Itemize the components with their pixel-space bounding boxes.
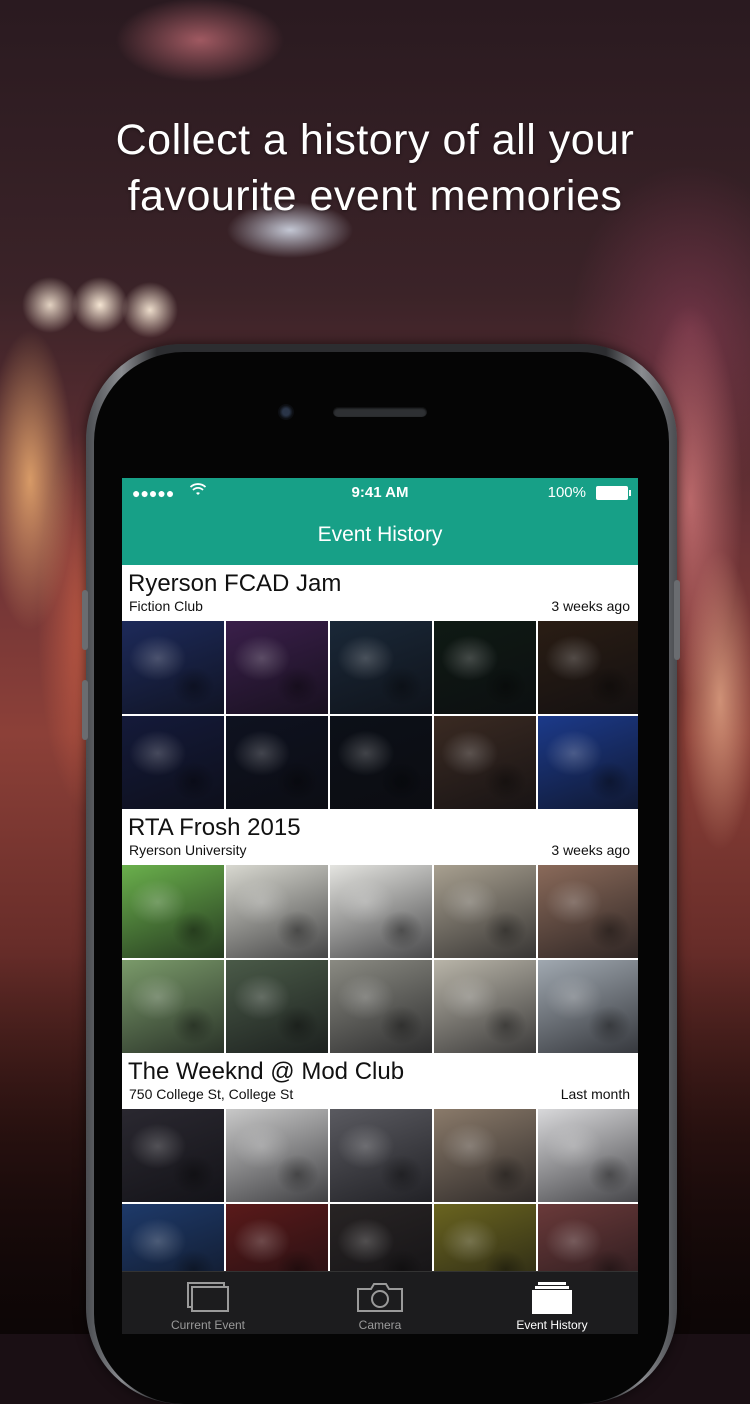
photo-thumbnail[interactable] (330, 960, 432, 1053)
front-camera (278, 404, 294, 420)
event-section[interactable]: Ryerson FCAD Jam Fiction Club 3 weeks ago (122, 565, 638, 809)
photo-thumbnail[interactable] (434, 1109, 536, 1202)
photo-thumbnail[interactable] (434, 716, 536, 809)
event-time: 3 weeks ago (551, 598, 630, 614)
photo-thumbnail[interactable] (226, 960, 328, 1053)
tab-label: Camera (358, 1318, 402, 1332)
earpiece-speaker (333, 407, 427, 417)
photo-thumbnail[interactable] (434, 960, 536, 1053)
photo-thumbnail[interactable] (122, 716, 224, 809)
photo-thumbnail[interactable] (434, 621, 536, 714)
event-header[interactable]: The Weeknd @ Mod Club 750 College St, Col… (122, 1053, 638, 1109)
photo-thumbnail[interactable] (226, 716, 328, 809)
status-bar: ●●●●● 9:41 AM 100% (122, 478, 638, 506)
photo-thumbnail[interactable] (538, 621, 638, 714)
photo-grid (122, 621, 638, 809)
tab-camera[interactable]: Camera (294, 1272, 466, 1334)
event-title: RTA Frosh 2015 (128, 814, 301, 841)
photo-thumbnail[interactable] (434, 1204, 536, 1272)
battery-percent: 100% (547, 484, 586, 501)
photo-grid (122, 1109, 638, 1272)
photo-thumbnail[interactable] (538, 716, 638, 809)
stacked-photos-icon (530, 1281, 574, 1318)
event-venue: 750 College St, College St (129, 1086, 294, 1102)
photo-thumbnail[interactable] (122, 960, 224, 1053)
tab-current-event[interactable]: Current Event (122, 1272, 294, 1334)
app-screen: ●●●●● 9:41 AM 100% Event History Ryerson… (122, 478, 638, 1334)
phone-side-button-right (674, 580, 680, 660)
event-venue: Fiction Club (129, 598, 203, 614)
event-time: 3 weeks ago (551, 842, 630, 858)
camera-icon (355, 1281, 405, 1316)
headline-line-1: Collect a history of all your (115, 116, 635, 164)
event-title: Ryerson FCAD Jam (128, 570, 342, 597)
photo-thumbnail[interactable] (330, 621, 432, 714)
phone-side-button-left-2 (82, 680, 88, 740)
photo-thumbnail[interactable] (434, 865, 536, 958)
headline-line-2: favourite event memories (127, 172, 623, 220)
photo-thumbnail[interactable] (226, 1109, 328, 1202)
event-header[interactable]: RTA Frosh 2015 Ryerson University 3 weeks … (122, 809, 638, 865)
photo-thumbnail[interactable] (122, 865, 224, 958)
photo-thumbnail[interactable] (538, 865, 638, 958)
photo-thumbnail[interactable] (226, 1204, 328, 1272)
photo-grid (122, 865, 638, 1053)
phone-side-button-left (82, 590, 88, 650)
photo-thumbnail[interactable] (122, 1109, 224, 1202)
page-title: Event History (317, 523, 443, 546)
photo-thumbnail[interactable] (226, 621, 328, 714)
event-list[interactable]: Ryerson FCAD Jam Fiction Club 3 weeks ago R… (122, 565, 638, 1272)
event-time: Last month (560, 1086, 630, 1102)
tab-bar: Current Event Camera Event History (122, 1271, 638, 1334)
photo-thumbnail[interactable] (122, 621, 224, 714)
photo-thumbnail[interactable] (538, 960, 638, 1053)
event-header[interactable]: Ryerson FCAD Jam Fiction Club 3 weeks ago (122, 565, 638, 621)
event-section[interactable]: RTA Frosh 2015 Ryerson University 3 weeks … (122, 809, 638, 1053)
photo-thumbnail[interactable] (330, 1204, 432, 1272)
promo-headline: Collect a history of all your favourite … (0, 112, 750, 224)
battery-icon (596, 486, 631, 500)
tab-event-history[interactable]: Event History (466, 1272, 638, 1334)
tab-label: Current Event (170, 1318, 246, 1332)
photo-thumbnail[interactable] (122, 1204, 224, 1272)
photo-thumbnail[interactable] (538, 1109, 638, 1202)
photo-thumbnail[interactable] (330, 865, 432, 958)
event-section[interactable]: The Weeknd @ Mod Club 750 College St, Col… (122, 1053, 638, 1272)
photo-thumbnail[interactable] (538, 1204, 638, 1272)
photo-thumbnail[interactable] (330, 716, 432, 809)
nav-bar: Event History (122, 506, 638, 565)
photo-thumbnail[interactable] (226, 865, 328, 958)
photo-thumbnail[interactable] (330, 1109, 432, 1202)
stacked-frames-icon (186, 1281, 230, 1316)
event-title: The Weeknd @ Mod Club (128, 1058, 405, 1085)
tab-label: Event History (516, 1318, 588, 1332)
event-venue: Ryerson University (129, 842, 247, 858)
